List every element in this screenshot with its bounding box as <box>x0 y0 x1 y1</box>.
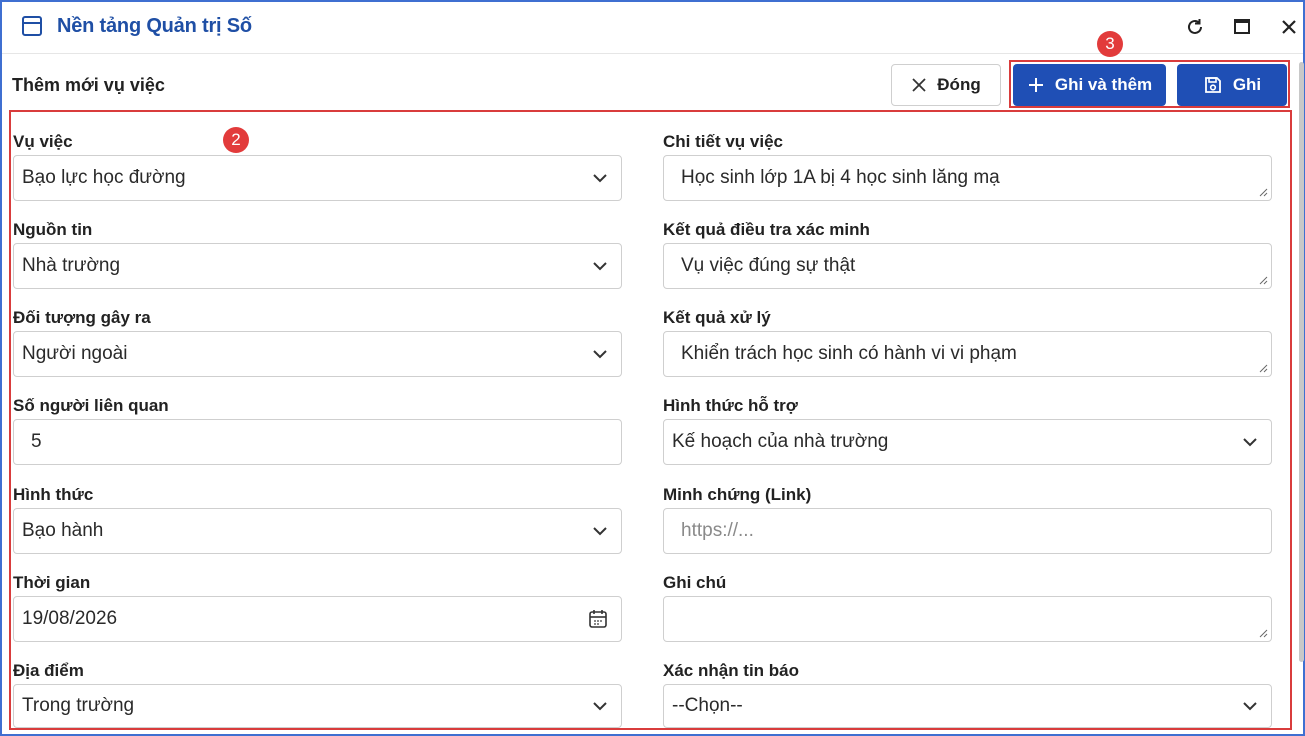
offender-value: Người ngoài <box>22 343 128 364</box>
people-count-label: Số người liên quan <box>13 396 169 415</box>
date-input[interactable]: 19/08/2026 <box>13 596 622 642</box>
x-icon <box>912 78 926 92</box>
source-label: Nguồn tin <box>13 220 93 239</box>
incident-detail-label: Chi tiết vụ việc <box>663 132 783 151</box>
offender-select[interactable]: Người ngoài <box>13 331 622 377</box>
people-count-input[interactable]: 5 <box>13 419 622 465</box>
location-select[interactable]: Trong trường <box>13 684 622 728</box>
source-select[interactable]: Nhà trường <box>13 243 622 289</box>
location-label: Địa điểm <box>13 661 84 680</box>
form-type-label: Hình thức <box>13 485 94 504</box>
note-textarea[interactable] <box>663 596 1272 642</box>
chevron-down-icon <box>1243 438 1257 447</box>
location-value: Trong trường <box>22 695 135 716</box>
people-count-value: 5 <box>31 431 42 452</box>
incident-detail-value: Học sinh lớp 1A bị 4 học sinh lăng mạ <box>681 167 1000 188</box>
window-icon <box>22 16 42 36</box>
form-type-value: Bạo hành <box>22 520 104 541</box>
investigation-result-label: Kết quả điều tra xác minh <box>663 220 870 239</box>
offender-label: Đối tượng gây ra <box>13 308 151 327</box>
step-marker-3: 3 <box>1097 31 1123 57</box>
chevron-down-icon <box>593 262 607 271</box>
save-and-add-button[interactable]: Ghi và thêm <box>1013 64 1166 106</box>
report-confirm-label: Xác nhận tin báo <box>663 661 800 680</box>
note-label: Ghi chú <box>663 573 727 592</box>
close-button[interactable]: Đóng <box>891 64 1001 106</box>
plus-icon <box>1028 78 1043 92</box>
resize-handle-icon[interactable] <box>1259 188 1268 197</box>
report-confirm-value: --Chọn-- <box>672 695 743 716</box>
save-and-add-label: Ghi và thêm <box>1054 75 1153 94</box>
app-title: Nền tảng Quản trị Số <box>57 15 252 37</box>
chevron-down-icon <box>593 702 607 711</box>
investigation-result-textarea[interactable]: Vụ việc đúng sự thật <box>663 243 1272 289</box>
incident-label: Vụ việc <box>13 132 73 151</box>
form-title: Thêm mới vụ việc <box>12 75 165 95</box>
incident-select[interactable]: Bạo lực học đường <box>13 155 622 201</box>
evidence-link-input[interactable]: https://... <box>663 508 1272 554</box>
close-button-label: Đóng <box>937 75 981 94</box>
support-type-value: Kế hoạch của nhà trường <box>672 431 889 452</box>
support-type-select[interactable]: Kế hoạch của nhà trường <box>663 419 1272 465</box>
resize-handle-icon[interactable] <box>1259 364 1268 373</box>
chevron-down-icon <box>593 174 607 183</box>
floppy-disk-icon <box>1204 77 1221 93</box>
investigation-result-value: Vụ việc đúng sự thật <box>681 255 856 276</box>
report-confirm-select[interactable]: --Chọn-- <box>663 684 1272 728</box>
save-button-label: Ghi <box>1232 75 1262 94</box>
evidence-link-label: Minh chứng (Link) <box>663 485 812 504</box>
maximize-icon[interactable] <box>1231 16 1253 38</box>
chevron-down-icon <box>1243 702 1257 711</box>
close-icon[interactable] <box>1278 16 1300 38</box>
resize-handle-icon[interactable] <box>1259 276 1268 285</box>
scrollbar[interactable] <box>1299 62 1304 662</box>
refresh-icon[interactable] <box>1184 16 1206 38</box>
step-marker-2: 2 <box>223 127 249 153</box>
support-type-label: Hình thức hỗ trợ <box>663 396 798 415</box>
save-button[interactable]: Ghi <box>1177 64 1287 106</box>
incident-value: Bạo lực học đường <box>22 167 186 188</box>
evidence-link-placeholder: https://... <box>681 520 754 541</box>
handling-result-label: Kết quả xử lý <box>663 308 771 327</box>
date-value: 19/08/2026 <box>22 608 118 629</box>
time-label: Thời gian <box>13 573 91 592</box>
calendar-icon[interactable] <box>587 608 609 630</box>
resize-handle-icon[interactable] <box>1259 629 1268 638</box>
chevron-down-icon <box>593 527 607 536</box>
handling-result-value: Khiển trách học sinh có hành vi vi phạm <box>681 343 1017 364</box>
form-type-select[interactable]: Bạo hành <box>13 508 622 554</box>
handling-result-textarea[interactable]: Khiển trách học sinh có hành vi vi phạm <box>663 331 1272 377</box>
source-value: Nhà trường <box>22 255 121 276</box>
chevron-down-icon <box>593 350 607 359</box>
incident-detail-textarea[interactable]: Học sinh lớp 1A bị 4 học sinh lăng mạ <box>663 155 1272 201</box>
app-window: Nền tảng Quản trị Số 3 Thêm mới vụ việc … <box>0 0 1305 736</box>
